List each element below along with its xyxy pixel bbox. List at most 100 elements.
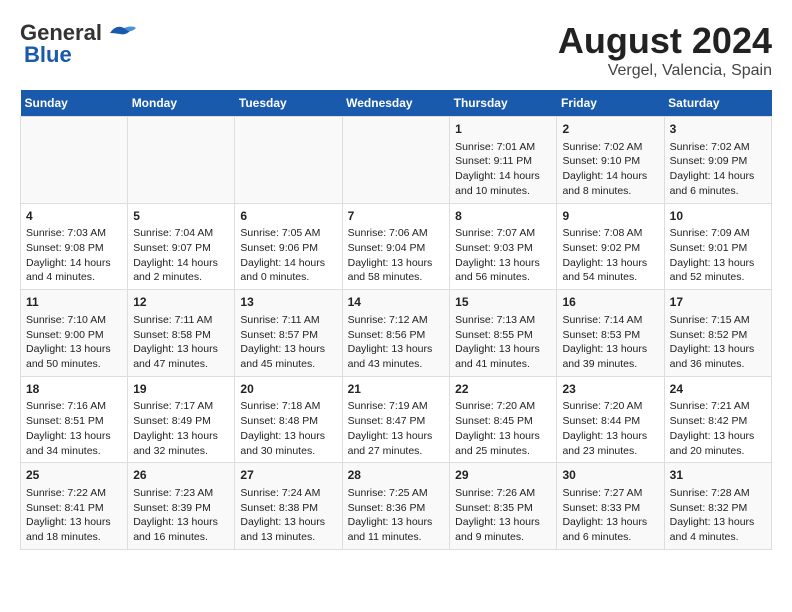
day-cell: 9Sunrise: 7:08 AMSunset: 9:02 PMDaylight… (557, 203, 664, 290)
day-cell: 19Sunrise: 7:17 AMSunset: 8:49 PMDayligh… (128, 376, 235, 463)
header-tuesday: Tuesday (235, 90, 342, 117)
sunrise-text: Sunrise: 7:25 AM (348, 486, 445, 501)
sunset-text: Sunset: 9:09 PM (670, 154, 766, 169)
week-row-3: 11Sunrise: 7:10 AMSunset: 9:00 PMDayligh… (21, 290, 772, 377)
day-cell: 2Sunrise: 7:02 AMSunset: 9:10 PMDaylight… (557, 117, 664, 204)
day-number: 28 (348, 467, 445, 484)
day-cell (342, 117, 450, 204)
sunset-text: Sunset: 8:57 PM (240, 328, 336, 343)
sunrise-text: Sunrise: 7:16 AM (26, 399, 122, 414)
day-cell: 14Sunrise: 7:12 AMSunset: 8:56 PMDayligh… (342, 290, 450, 377)
sunrise-text: Sunrise: 7:11 AM (133, 313, 229, 328)
daylight-text: Daylight: 13 hours and 16 minutes. (133, 515, 229, 544)
daylight-text: Daylight: 13 hours and 50 minutes. (26, 342, 122, 371)
day-number: 20 (240, 381, 336, 398)
sunset-text: Sunset: 9:00 PM (26, 328, 122, 343)
day-cell: 18Sunrise: 7:16 AMSunset: 8:51 PMDayligh… (21, 376, 128, 463)
month-year: August 2024 (558, 20, 772, 62)
daylight-text: Daylight: 13 hours and 6 minutes. (562, 515, 658, 544)
sunset-text: Sunset: 9:11 PM (455, 154, 551, 169)
day-cell: 1Sunrise: 7:01 AMSunset: 9:11 PMDaylight… (450, 117, 557, 204)
day-cell: 31Sunrise: 7:28 AMSunset: 8:32 PMDayligh… (664, 463, 771, 550)
sunset-text: Sunset: 9:08 PM (26, 241, 122, 256)
sunrise-text: Sunrise: 7:18 AM (240, 399, 336, 414)
day-number: 31 (670, 467, 766, 484)
day-cell: 12Sunrise: 7:11 AMSunset: 8:58 PMDayligh… (128, 290, 235, 377)
day-number: 24 (670, 381, 766, 398)
daylight-text: Daylight: 13 hours and 11 minutes. (348, 515, 445, 544)
daylight-text: Daylight: 13 hours and 30 minutes. (240, 429, 336, 458)
daylight-text: Daylight: 13 hours and 43 minutes. (348, 342, 445, 371)
day-number: 2 (562, 121, 658, 138)
sunrise-text: Sunrise: 7:12 AM (348, 313, 445, 328)
day-cell: 16Sunrise: 7:14 AMSunset: 8:53 PMDayligh… (557, 290, 664, 377)
day-cell: 20Sunrise: 7:18 AMSunset: 8:48 PMDayligh… (235, 376, 342, 463)
day-cell: 17Sunrise: 7:15 AMSunset: 8:52 PMDayligh… (664, 290, 771, 377)
sunrise-text: Sunrise: 7:08 AM (562, 226, 658, 241)
sunset-text: Sunset: 8:45 PM (455, 414, 551, 429)
day-number: 1 (455, 121, 551, 138)
sunset-text: Sunset: 9:03 PM (455, 241, 551, 256)
sunrise-text: Sunrise: 7:06 AM (348, 226, 445, 241)
sunset-text: Sunset: 8:33 PM (562, 501, 658, 516)
day-cell: 21Sunrise: 7:19 AMSunset: 8:47 PMDayligh… (342, 376, 450, 463)
day-cell: 5Sunrise: 7:04 AMSunset: 9:07 PMDaylight… (128, 203, 235, 290)
daylight-text: Daylight: 13 hours and 41 minutes. (455, 342, 551, 371)
day-cell: 13Sunrise: 7:11 AMSunset: 8:57 PMDayligh… (235, 290, 342, 377)
sunrise-text: Sunrise: 7:04 AM (133, 226, 229, 241)
sunrise-text: Sunrise: 7:11 AM (240, 313, 336, 328)
daylight-text: Daylight: 13 hours and 18 minutes. (26, 515, 122, 544)
sunset-text: Sunset: 8:55 PM (455, 328, 551, 343)
day-cell: 23Sunrise: 7:20 AMSunset: 8:44 PMDayligh… (557, 376, 664, 463)
daylight-text: Daylight: 13 hours and 4 minutes. (670, 515, 766, 544)
day-number: 26 (133, 467, 229, 484)
day-number: 19 (133, 381, 229, 398)
sunrise-text: Sunrise: 7:15 AM (670, 313, 766, 328)
sunset-text: Sunset: 8:49 PM (133, 414, 229, 429)
day-cell: 10Sunrise: 7:09 AMSunset: 9:01 PMDayligh… (664, 203, 771, 290)
sunrise-text: Sunrise: 7:17 AM (133, 399, 229, 414)
day-number: 8 (455, 208, 551, 225)
sunrise-text: Sunrise: 7:28 AM (670, 486, 766, 501)
sunrise-text: Sunrise: 7:22 AM (26, 486, 122, 501)
sunrise-text: Sunrise: 7:26 AM (455, 486, 551, 501)
sunrise-text: Sunrise: 7:09 AM (670, 226, 766, 241)
daylight-text: Daylight: 13 hours and 27 minutes. (348, 429, 445, 458)
day-cell: 8Sunrise: 7:07 AMSunset: 9:03 PMDaylight… (450, 203, 557, 290)
sunset-text: Sunset: 9:06 PM (240, 241, 336, 256)
sunset-text: Sunset: 8:41 PM (26, 501, 122, 516)
sunset-text: Sunset: 8:42 PM (670, 414, 766, 429)
daylight-text: Daylight: 14 hours and 8 minutes. (562, 169, 658, 198)
day-number: 16 (562, 294, 658, 311)
daylight-text: Daylight: 14 hours and 2 minutes. (133, 256, 229, 285)
day-number: 22 (455, 381, 551, 398)
week-row-2: 4Sunrise: 7:03 AMSunset: 9:08 PMDaylight… (21, 203, 772, 290)
sunset-text: Sunset: 8:38 PM (240, 501, 336, 516)
sunrise-text: Sunrise: 7:20 AM (562, 399, 658, 414)
sunset-text: Sunset: 8:53 PM (562, 328, 658, 343)
day-number: 6 (240, 208, 336, 225)
day-cell: 11Sunrise: 7:10 AMSunset: 9:00 PMDayligh… (21, 290, 128, 377)
daylight-text: Daylight: 13 hours and 54 minutes. (562, 256, 658, 285)
day-number: 21 (348, 381, 445, 398)
logo: General Blue (20, 20, 138, 68)
week-row-1: 1Sunrise: 7:01 AMSunset: 9:11 PMDaylight… (21, 117, 772, 204)
sunrise-text: Sunrise: 7:03 AM (26, 226, 122, 241)
daylight-text: Daylight: 13 hours and 20 minutes. (670, 429, 766, 458)
sunrise-text: Sunrise: 7:14 AM (562, 313, 658, 328)
header-saturday: Saturday (664, 90, 771, 117)
header-sunday: Sunday (21, 90, 128, 117)
logo-bird-icon (106, 22, 138, 44)
day-number: 12 (133, 294, 229, 311)
sunrise-text: Sunrise: 7:07 AM (455, 226, 551, 241)
header-thursday: Thursday (450, 90, 557, 117)
daylight-text: Daylight: 14 hours and 0 minutes. (240, 256, 336, 285)
daylight-text: Daylight: 13 hours and 34 minutes. (26, 429, 122, 458)
daylight-text: Daylight: 13 hours and 47 minutes. (133, 342, 229, 371)
location: Vergel, Valencia, Spain (558, 62, 772, 80)
day-number: 9 (562, 208, 658, 225)
calendar-table: SundayMondayTuesdayWednesdayThursdayFrid… (20, 90, 772, 550)
daylight-text: Daylight: 13 hours and 23 minutes. (562, 429, 658, 458)
day-cell: 28Sunrise: 7:25 AMSunset: 8:36 PMDayligh… (342, 463, 450, 550)
day-number: 17 (670, 294, 766, 311)
